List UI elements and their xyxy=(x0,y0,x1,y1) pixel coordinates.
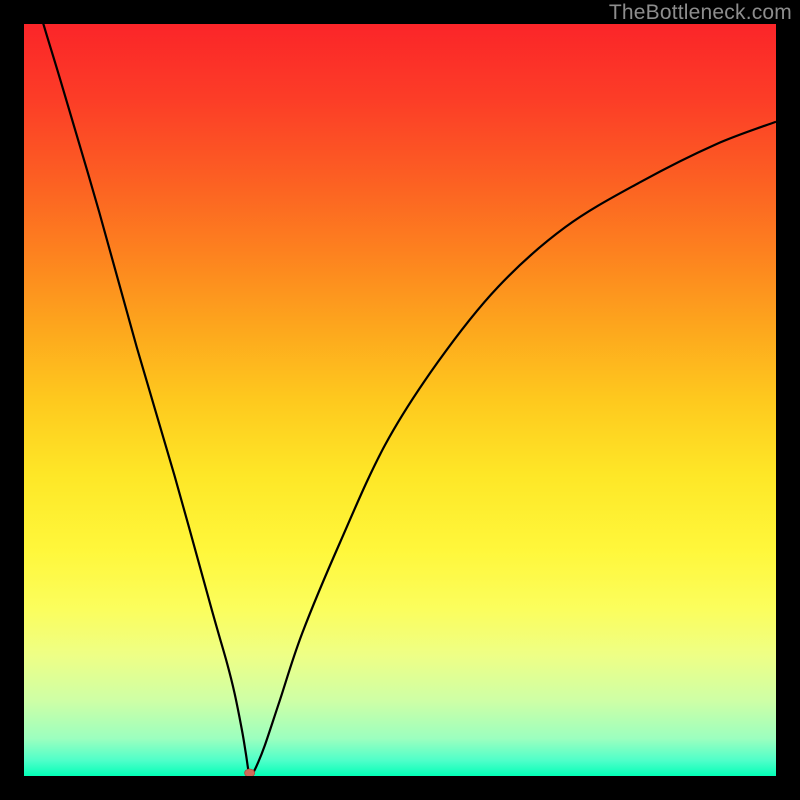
optimal-point-marker xyxy=(245,769,255,776)
chart-plot-area xyxy=(24,24,776,776)
watermark-text: TheBottleneck.com xyxy=(609,1,792,25)
bottleneck-chart xyxy=(24,24,776,776)
bottleneck-curve-line xyxy=(24,24,776,776)
